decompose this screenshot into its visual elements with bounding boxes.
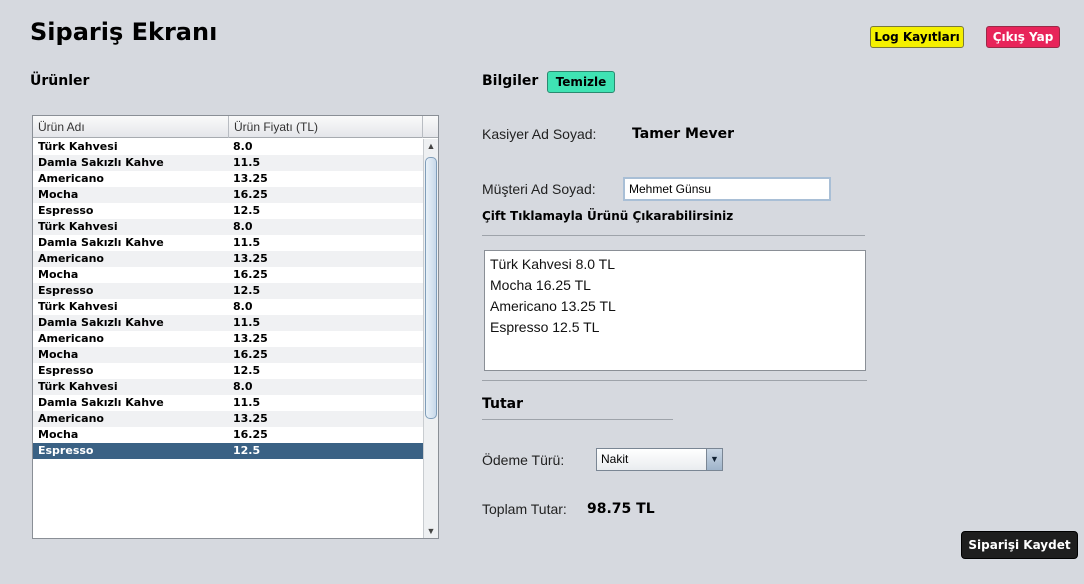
scroll-down-icon[interactable]: ▼ xyxy=(424,524,438,538)
payment-type-select[interactable]: Nakit ▼ xyxy=(596,448,723,471)
scroll-thumb[interactable] xyxy=(425,157,437,419)
product-name-cell: Americano xyxy=(38,172,104,185)
product-name-cell: Türk Kahvesi xyxy=(38,140,118,153)
product-price-cell: 12.5 xyxy=(233,204,261,217)
payment-type-label: Ödeme Türü: xyxy=(482,452,565,468)
total-heading: Tutar xyxy=(482,396,524,412)
table-row[interactable]: Mocha 16.25 xyxy=(33,187,423,203)
product-name-cell: Mocha xyxy=(38,428,79,441)
table-row[interactable]: Türk Kahvesi 8.0 xyxy=(33,219,423,235)
product-name-cell: Americano xyxy=(38,332,104,345)
table-row[interactable]: Türk Kahvesi 8.0 xyxy=(33,139,423,155)
order-list[interactable]: Türk Kahvesi 8.0 TL Mocha 16.25 TL America… xyxy=(484,250,866,371)
cashier-name: Tamer Mever xyxy=(632,126,735,142)
divider xyxy=(482,419,673,420)
product-price-cell: 8.0 xyxy=(233,300,253,313)
product-name-cell: Mocha xyxy=(38,188,79,201)
chevron-down-icon[interactable]: ▼ xyxy=(706,449,722,470)
product-price-cell: 8.0 xyxy=(233,140,253,153)
table-row[interactable]: Damla Sakızlı Kahve 11.5 xyxy=(33,235,423,251)
product-price-cell: 16.25 xyxy=(233,428,268,441)
table-body: Türk Kahvesi 8.0 Damla Sakızlı Kahve 11.5 Am… xyxy=(33,139,423,538)
table-row[interactable]: Americano 13.25 xyxy=(33,171,423,187)
product-name-cell: Türk Kahvesi xyxy=(38,220,118,233)
product-price-cell: 8.0 xyxy=(233,380,253,393)
product-price-cell: 11.5 xyxy=(233,156,261,169)
product-name-cell: Türk Kahvesi xyxy=(38,380,118,393)
table-scrollbar[interactable]: ▲ ▼ xyxy=(423,139,438,538)
list-item[interactable]: Türk Kahvesi 8.0 TL xyxy=(490,254,860,275)
cashier-label: Kasiyer Ad Soyad: xyxy=(482,126,597,142)
total-amount: 98.75 TL xyxy=(587,501,655,517)
product-name-cell: Espresso xyxy=(38,364,94,377)
table-row[interactable]: Americano 13.25 xyxy=(33,331,423,347)
table-row[interactable]: Americano 13.25 xyxy=(33,411,423,427)
table-row[interactable]: Damla Sakızlı Kahve 11.5 xyxy=(33,315,423,331)
product-price-cell: 11.5 xyxy=(233,236,261,249)
list-item[interactable]: Mocha 16.25 TL xyxy=(490,275,860,296)
product-name-cell: Mocha xyxy=(38,348,79,361)
product-price-cell: 12.5 xyxy=(233,444,261,457)
table-row[interactable]: Espresso 12.5 xyxy=(33,203,423,219)
list-item[interactable]: Espresso 12.5 TL xyxy=(490,317,860,338)
customer-label: Müşteri Ad Soyad: xyxy=(482,181,596,197)
product-price-cell: 16.25 xyxy=(233,268,268,281)
product-price-cell: 13.25 xyxy=(233,332,268,345)
total-label: Toplam Tutar: xyxy=(482,501,567,517)
product-price-cell: 16.25 xyxy=(233,188,268,201)
product-name-cell: Damla Sakızlı Kahve xyxy=(38,396,164,409)
table-row[interactable]: Türk Kahvesi 8.0 xyxy=(33,299,423,315)
table-header: Ürün Adı Ürün Fiyatı (TL) xyxy=(33,116,438,138)
divider xyxy=(482,235,865,236)
table-row[interactable]: Espresso 12.5 xyxy=(33,363,423,379)
info-heading: Bilgiler xyxy=(482,73,539,89)
table-row[interactable]: Americano 13.25 xyxy=(33,251,423,267)
product-name-cell: Damla Sakızlı Kahve xyxy=(38,156,164,169)
payment-type-value: Nakit xyxy=(601,452,629,466)
scroll-up-icon[interactable]: ▲ xyxy=(424,139,438,153)
product-name-cell: Türk Kahvesi xyxy=(38,300,118,313)
column-header-product-name[interactable]: Ürün Adı xyxy=(33,116,229,138)
table-row[interactable]: Damla Sakızlı Kahve 11.5 xyxy=(33,155,423,171)
product-price-cell: 16.25 xyxy=(233,348,268,361)
exit-button[interactable]: Çıkış Yap xyxy=(986,26,1060,48)
product-name-cell: Americano xyxy=(38,252,104,265)
column-header-corner xyxy=(423,116,438,138)
product-price-cell: 11.5 xyxy=(233,396,261,409)
divider xyxy=(482,380,867,381)
table-row[interactable]: Espresso 12.5 xyxy=(33,443,423,459)
product-price-cell: 12.5 xyxy=(233,364,261,377)
customer-name-input[interactable]: Mehmet Günsu xyxy=(623,177,831,201)
product-name-cell: Americano xyxy=(38,412,104,425)
table-row[interactable]: Mocha 16.25 xyxy=(33,267,423,283)
product-price-cell: 13.25 xyxy=(233,172,268,185)
list-item[interactable]: Americano 13.25 TL xyxy=(490,296,860,317)
products-table[interactable]: Ürün Adı Ürün Fiyatı (TL) Türk Kahvesi 8.… xyxy=(32,115,439,539)
product-price-cell: 13.25 xyxy=(233,412,268,425)
product-name-cell: Damla Sakızlı Kahve xyxy=(38,236,164,249)
log-records-button[interactable]: Log Kayıtları xyxy=(870,26,964,48)
products-heading: Ürünler xyxy=(30,73,90,89)
product-name-cell: Espresso xyxy=(38,444,94,457)
save-order-button[interactable]: Siparişi Kaydet xyxy=(961,531,1078,559)
column-header-product-price[interactable]: Ürün Fiyatı (TL) xyxy=(229,116,423,138)
remove-hint: Çift Tıklamayla Ürünü Çıkarabilirsiniz xyxy=(482,209,734,223)
product-price-cell: 12.5 xyxy=(233,284,261,297)
table-row[interactable]: Mocha 16.25 xyxy=(33,347,423,363)
product-name-cell: Espresso xyxy=(38,204,94,217)
table-row[interactable]: Espresso 12.5 xyxy=(33,283,423,299)
page-title: Sipariş Ekranı xyxy=(30,18,218,46)
table-row[interactable]: Türk Kahvesi 8.0 xyxy=(33,379,423,395)
product-price-cell: 8.0 xyxy=(233,220,253,233)
product-name-cell: Espresso xyxy=(38,284,94,297)
product-name-cell: Damla Sakızlı Kahve xyxy=(38,316,164,329)
table-row[interactable]: Damla Sakızlı Kahve 11.5 xyxy=(33,395,423,411)
product-price-cell: 13.25 xyxy=(233,252,268,265)
product-price-cell: 11.5 xyxy=(233,316,261,329)
product-name-cell: Mocha xyxy=(38,268,79,281)
table-row[interactable]: Mocha 16.25 xyxy=(33,427,423,443)
clear-button[interactable]: Temizle xyxy=(547,71,615,93)
